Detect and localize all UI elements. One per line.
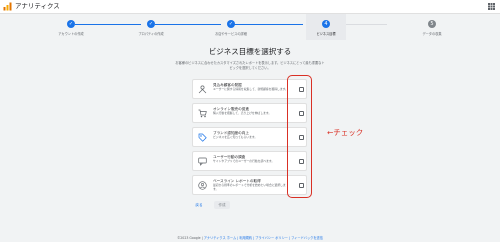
step-account[interactable]: ✓ アカウントの作成 [31,14,111,40]
leads-icon [198,85,207,94]
check-icon: ✓ [227,20,235,28]
create-button[interactable]: 作成 [214,201,230,209]
option-subtitle: サイトやアプリでのユーザーの行動を調べます。 [213,159,275,163]
app-title: アナリティクス [15,2,60,10]
analytics-logo-icon[interactable] [3,2,12,11]
apps-grid-icon[interactable] [488,3,495,10]
step-data-collection[interactable]: 5 データの収集 [392,14,472,40]
back-button[interactable]: 戻る [192,201,206,209]
footer: ©2023 Google | アナリティクス ホーム | 利用規約 | プライバ… [0,235,500,240]
step-label: プロパティの作成 [138,32,164,36]
step-label: ビジネス目標 [316,32,336,36]
step-number: 5 [428,20,436,28]
check-annotation: ←チェック [327,128,364,137]
footer-copyright: ©2023 Google | [177,236,204,240]
check-icon: ✓ [67,20,75,28]
option-subtitle: ビジネスを広く知ってもらいます。 [213,135,258,139]
feedback-link[interactable]: フィードバックを送信 [291,236,323,240]
checkbox-highlight-outline [287,75,312,198]
cart-icon [198,109,207,118]
top-app-bar: アナリティクス [0,0,500,14]
step-property[interactable]: ✓ プロパティの作成 [111,14,191,40]
option-subtitle: 購入行動を把握して、売り上げを伸ばします。 [213,111,272,115]
option-subtitle: ユーザーに関する情報を収集して、新規顧客を獲得します。 [213,87,288,91]
step-label: データの収集 [422,32,442,36]
page-title: ビジネス目標を選択する [208,47,292,56]
setup-stepper: ✓ アカウントの作成 ✓ プロパティの作成 ✓ お店やサービスの詳細 4 ビジネ… [0,14,500,40]
step-label: お店やサービスの詳細 [215,32,247,36]
page-description: お客様のビジネスに合わせたカスタマイズされたレポートを表示します。ビジネスにとっ… [175,61,325,70]
step-business-details[interactable]: ✓ お店やサービスの詳細 [191,14,271,40]
option-subtitle: 最初から標準のレポートで分析を始めたい場合に選択します。 [213,183,286,191]
step-number: 4 [322,20,330,28]
step-label: アカウントの作成 [58,32,84,36]
check-icon: ✓ [147,20,155,28]
chat-icon [198,157,207,166]
person-icon [198,181,207,190]
tag-icon [198,133,207,142]
step-business-goals[interactable]: 4 ビジネス目標 [306,14,346,40]
footer-links[interactable]: アナリティクス ホーム | 利用規約 | プライバシー ポリシー | [204,236,291,240]
